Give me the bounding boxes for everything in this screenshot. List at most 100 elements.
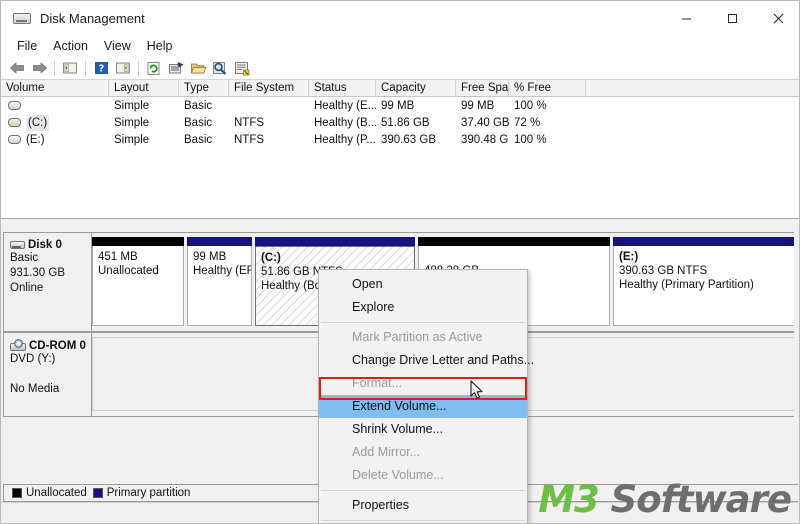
cell-type: Basic: [184, 116, 213, 129]
partition-body: 99 MB Healthy (EFI: [187, 246, 252, 326]
disk-name: CD-ROM 0: [29, 339, 86, 352]
toolbar-separator: [54, 60, 55, 76]
column-header-free-space[interactable]: Free Spa...: [456, 80, 509, 96]
menu-separator: [321, 520, 525, 521]
partition-color-bar: [255, 237, 415, 246]
graphical-view-scrollbar[interactable]: [794, 220, 799, 490]
open-icon[interactable]: [187, 58, 209, 78]
cdrom-drive-letter: DVD (Y:): [10, 353, 56, 365]
legend-item-unallocated: Unallocated: [12, 487, 87, 499]
table-row[interactable]: (E:) Simple Basic NTFS Healthy (P... 390…: [1, 131, 799, 148]
toolbar-separator: [85, 60, 86, 76]
cdrom-icon: [10, 339, 26, 352]
menu-file[interactable]: File: [9, 37, 45, 55]
partition-size: 451 MB: [98, 251, 138, 263]
menu-item-format: Format...: [352, 376, 403, 390]
menu-item-open[interactable]: Open: [319, 273, 527, 296]
partition-label: (E:): [619, 251, 639, 263]
legend-label-primary: Primary partition: [106, 487, 191, 499]
legend-item-primary-partition: Primary partition: [92, 487, 191, 499]
table-row[interactable]: Simple Basic Healthy (E... 99 MB 99 MB 1…: [1, 97, 799, 114]
disk-label-disk0: Disk 0 Basic 931.30 GB Online: [4, 233, 92, 331]
partition-body: (E:) 390.63 GB NTFS Healthy (Primary Par…: [613, 246, 799, 326]
disk-name: Disk 0: [28, 239, 62, 251]
menu-item-shrink-volume[interactable]: Shrink Volume...: [319, 418, 527, 441]
cell-percent-free: 72 %: [514, 116, 541, 129]
column-header-filler: [586, 80, 799, 96]
properties-icon[interactable]: [165, 58, 187, 78]
disk-title: CD-ROM 0: [10, 339, 91, 352]
cell-volume: (E:): [1, 132, 109, 148]
context-menu: Open Explore Mark Partition as Active Ch…: [318, 269, 534, 523]
cell-volume: [1, 101, 109, 110]
toolbar-separator: [138, 60, 139, 76]
up-one-level-icon[interactable]: [59, 58, 81, 78]
cell-free-space: 390.48 GB: [461, 133, 509, 146]
disk-management-window: Disk Management File Action View Help ? …: [0, 0, 800, 524]
cell-capacity: 51.86 GB: [381, 116, 430, 129]
cdrom-status: No Media: [10, 383, 60, 395]
menu-item-extend-volume[interactable]: Extend Volume...: [319, 395, 527, 418]
cell-layout: Simple: [114, 133, 150, 146]
menu-help[interactable]: Help: [139, 37, 181, 55]
cell-file-system: NTFS: [234, 116, 265, 129]
watermark: M3 Software: [538, 478, 792, 521]
volume-icon: [8, 135, 21, 144]
menu-item-add-mirror: Add Mirror...: [352, 445, 421, 459]
svg-text:?: ?: [98, 64, 104, 75]
menu-separator: [321, 322, 525, 323]
partition-size: 99 MB: [193, 251, 227, 263]
column-header-capacity[interactable]: Capacity: [376, 80, 456, 96]
menu-bar: File Action View Help: [1, 35, 799, 57]
partition-label: (C:): [261, 252, 281, 264]
maximize-button[interactable]: [709, 1, 755, 35]
manage-disk-icon[interactable]: [231, 58, 253, 78]
column-header-file-system[interactable]: File System: [229, 80, 309, 96]
column-header-type[interactable]: Type: [179, 80, 229, 96]
column-header-layout[interactable]: Layout: [109, 80, 179, 96]
menu-action[interactable]: Action: [45, 37, 96, 55]
partition-color-bar: [187, 237, 252, 246]
mouse-cursor: [470, 380, 485, 406]
table-row[interactable]: (C:) Simple Basic NTFS Healthy (B... 51.…: [1, 114, 799, 131]
menu-item-explore[interactable]: Explore: [319, 296, 527, 319]
column-header-percent-free[interactable]: % Free: [509, 80, 586, 96]
cell-free-space: 99 MB: [461, 99, 495, 112]
disk-label-cdrom0: CD-ROM 0 DVD (Y:) No Media: [4, 333, 92, 416]
partition-unallocated-451mb[interactable]: 451 MB Unallocated: [92, 237, 184, 326]
menu-separator: [321, 490, 525, 491]
cell-capacity: 390.63 GB: [381, 133, 436, 146]
legend-label-unallocated: Unallocated: [26, 487, 87, 499]
cell-type: Basic: [184, 99, 213, 112]
volume-list: Volume Layout Type File System Status Ca…: [1, 80, 799, 219]
rescan-disks-icon[interactable]: [209, 58, 231, 78]
partition-status: Healthy (EFI: [193, 265, 252, 277]
volume-label: (C:): [26, 114, 50, 131]
menu-item-change-drive-letter-and-paths[interactable]: Change Drive Letter and Paths...: [319, 349, 534, 372]
menu-view[interactable]: View: [96, 37, 139, 55]
partition-efi-99mb[interactable]: 99 MB Healthy (EFI: [187, 237, 252, 326]
column-header-volume[interactable]: Volume: [1, 80, 109, 96]
close-button[interactable]: [755, 1, 799, 35]
partition-status: Unallocated: [98, 265, 159, 277]
menu-item-properties[interactable]: Properties: [319, 494, 527, 517]
disk-title: Disk 0: [10, 239, 91, 251]
partition-color-bar: [92, 237, 184, 246]
partition-size: 390.63 GB NTFS: [619, 265, 708, 277]
partition-body: 451 MB Unallocated: [92, 246, 184, 326]
show-hide-console-tree-icon[interactable]: [112, 58, 134, 78]
forward-icon[interactable]: [28, 58, 50, 78]
disk-status: Online: [10, 282, 44, 294]
minimize-button[interactable]: [663, 1, 709, 35]
menu-item-delete-volume: Delete Volume...: [352, 468, 444, 482]
help-icon[interactable]: ?: [90, 58, 112, 78]
partition-status: Healthy (Primary Partition): [619, 279, 754, 291]
cell-status: Healthy (B...: [314, 116, 376, 129]
partition-e-drive[interactable]: (E:) 390.63 GB NTFS Healthy (Primary Par…: [613, 237, 799, 326]
column-header-status[interactable]: Status: [309, 80, 376, 96]
disk-capacity: 931.30 GB: [10, 267, 65, 279]
back-icon[interactable]: [6, 58, 28, 78]
refresh-icon[interactable]: [143, 58, 165, 78]
watermark-text: Software: [598, 478, 792, 521]
partition-color-bar: [613, 237, 799, 246]
